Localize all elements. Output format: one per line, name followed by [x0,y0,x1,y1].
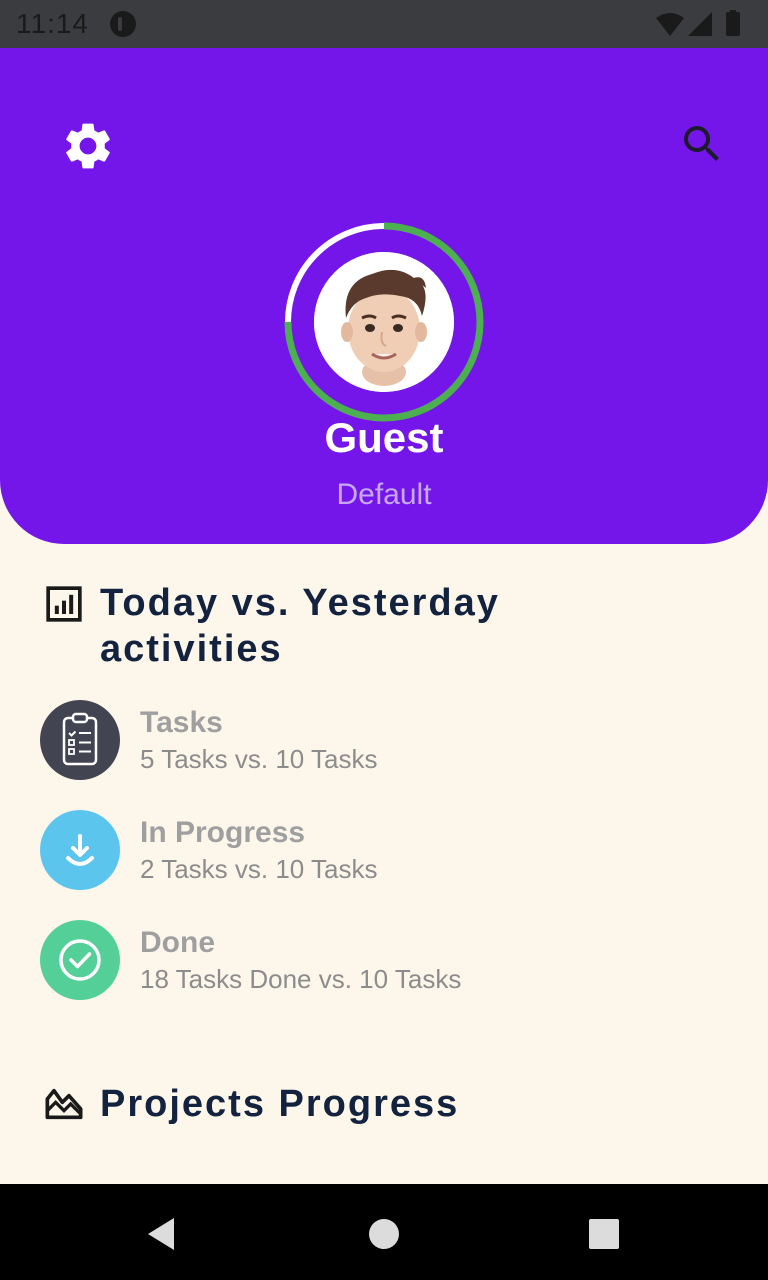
activities-title-line2: activities [100,628,283,670]
battery-icon [726,12,740,36]
back-icon[interactable] [140,1212,184,1256]
gear-icon[interactable] [60,118,116,174]
projects-section-title: Projects Progress [100,1083,460,1125]
avatar-progress-ring [284,222,484,422]
notification-icon [110,11,136,37]
user-name: Guest [324,414,444,461]
activity-icon-circle [40,700,120,780]
activity-item-done[interactable]: Done 18 Tasks Done vs. 10 Tasks [40,920,680,1000]
status-bar: 11:14 [0,0,768,48]
memoji-avatar-image [314,252,454,392]
chart-icon [46,586,82,622]
home-icon[interactable] [362,1212,406,1256]
activity-detail: 18 Tasks Done vs. 10 Tasks [140,964,462,994]
activity-item-in-progress[interactable]: In Progress 2 Tasks vs. 10 Tasks [40,810,680,890]
activities-section-title: Today vs. Yesterday activities [100,580,500,672]
landscape-icon [45,1088,83,1120]
activity-icon-circle [40,810,120,890]
recents-icon[interactable] [582,1212,626,1256]
navigation-bar [0,1184,768,1280]
activity-item-tasks[interactable]: Tasks 5 Tasks vs. 10 Tasks [40,700,680,780]
activity-icon-circle [40,920,120,1000]
system-status-icons [656,10,740,36]
clipboard-icon [62,712,98,766]
status-time: 11:14 [16,8,89,39]
signal-icon [688,12,712,36]
activity-detail: 2 Tasks vs. 10 Tasks [140,854,378,884]
search-icon[interactable] [678,120,726,168]
wifi-icon [656,13,684,36]
check-circle-icon [59,939,101,981]
download-icon [66,834,94,866]
activity-label: In Progress [140,816,306,849]
avatar[interactable] [314,252,454,392]
activity-label: Done [140,926,215,959]
profile-header [0,48,768,544]
activity-label: Tasks [140,706,223,739]
activity-detail: 5 Tasks vs. 10 Tasks [140,744,378,774]
activities-title-line1: Today vs. Yesterday [100,582,500,624]
user-role: Default [336,478,432,511]
